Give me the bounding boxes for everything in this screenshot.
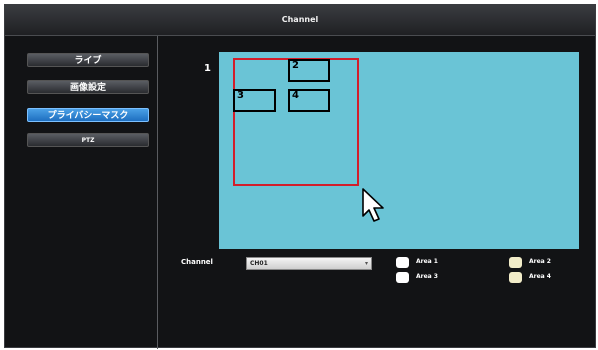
area-1-label: 1	[204, 63, 211, 74]
main-content: 1 2 3 4 Channel CH01 ▾ Area 1 Area 3 Are…	[158, 36, 597, 349]
area-2-box[interactable]: 2	[288, 59, 330, 82]
area-4-checkbox[interactable]	[509, 272, 522, 283]
window-title: Channel	[5, 5, 595, 36]
sidebar-item-privacy-mask[interactable]: プライバシーマスク	[27, 108, 149, 122]
area-1-checkbox[interactable]	[396, 257, 409, 268]
area-2-checkbox[interactable]	[509, 257, 522, 268]
mouse-cursor-icon	[362, 188, 384, 222]
area-2-checkbox-label: Area 2	[529, 258, 551, 265]
app-window: Channel ライブ 画像設定 プライバシーマスク PTZ 1 2 3 4 C…	[4, 4, 597, 349]
area-4-label: 4	[292, 90, 299, 101]
chevron-down-icon: ▾	[364, 260, 368, 267]
camera-preview[interactable]: 2 3 4	[219, 52, 579, 249]
area-4-box[interactable]: 4	[288, 89, 330, 112]
area-2-label: 2	[292, 60, 299, 71]
channel-label: Channel	[181, 258, 213, 266]
sidebar-item-ptz[interactable]: PTZ	[27, 133, 149, 147]
channel-select[interactable]: CH01 ▾	[246, 257, 372, 270]
sidebar: ライブ 画像設定 プライバシーマスク PTZ	[5, 36, 158, 349]
sidebar-item-image-settings[interactable]: 画像設定	[27, 80, 149, 94]
area-3-box[interactable]: 3	[233, 89, 276, 112]
area-4-checkbox-label: Area 4	[529, 273, 551, 280]
area-3-label: 3	[237, 90, 244, 101]
channel-select-value: CH01	[250, 260, 268, 267]
area-3-checkbox-label: Area 3	[416, 273, 438, 280]
area-3-checkbox[interactable]	[396, 272, 409, 283]
sidebar-item-live[interactable]: ライブ	[27, 53, 149, 67]
area-1-checkbox-label: Area 1	[416, 258, 438, 265]
